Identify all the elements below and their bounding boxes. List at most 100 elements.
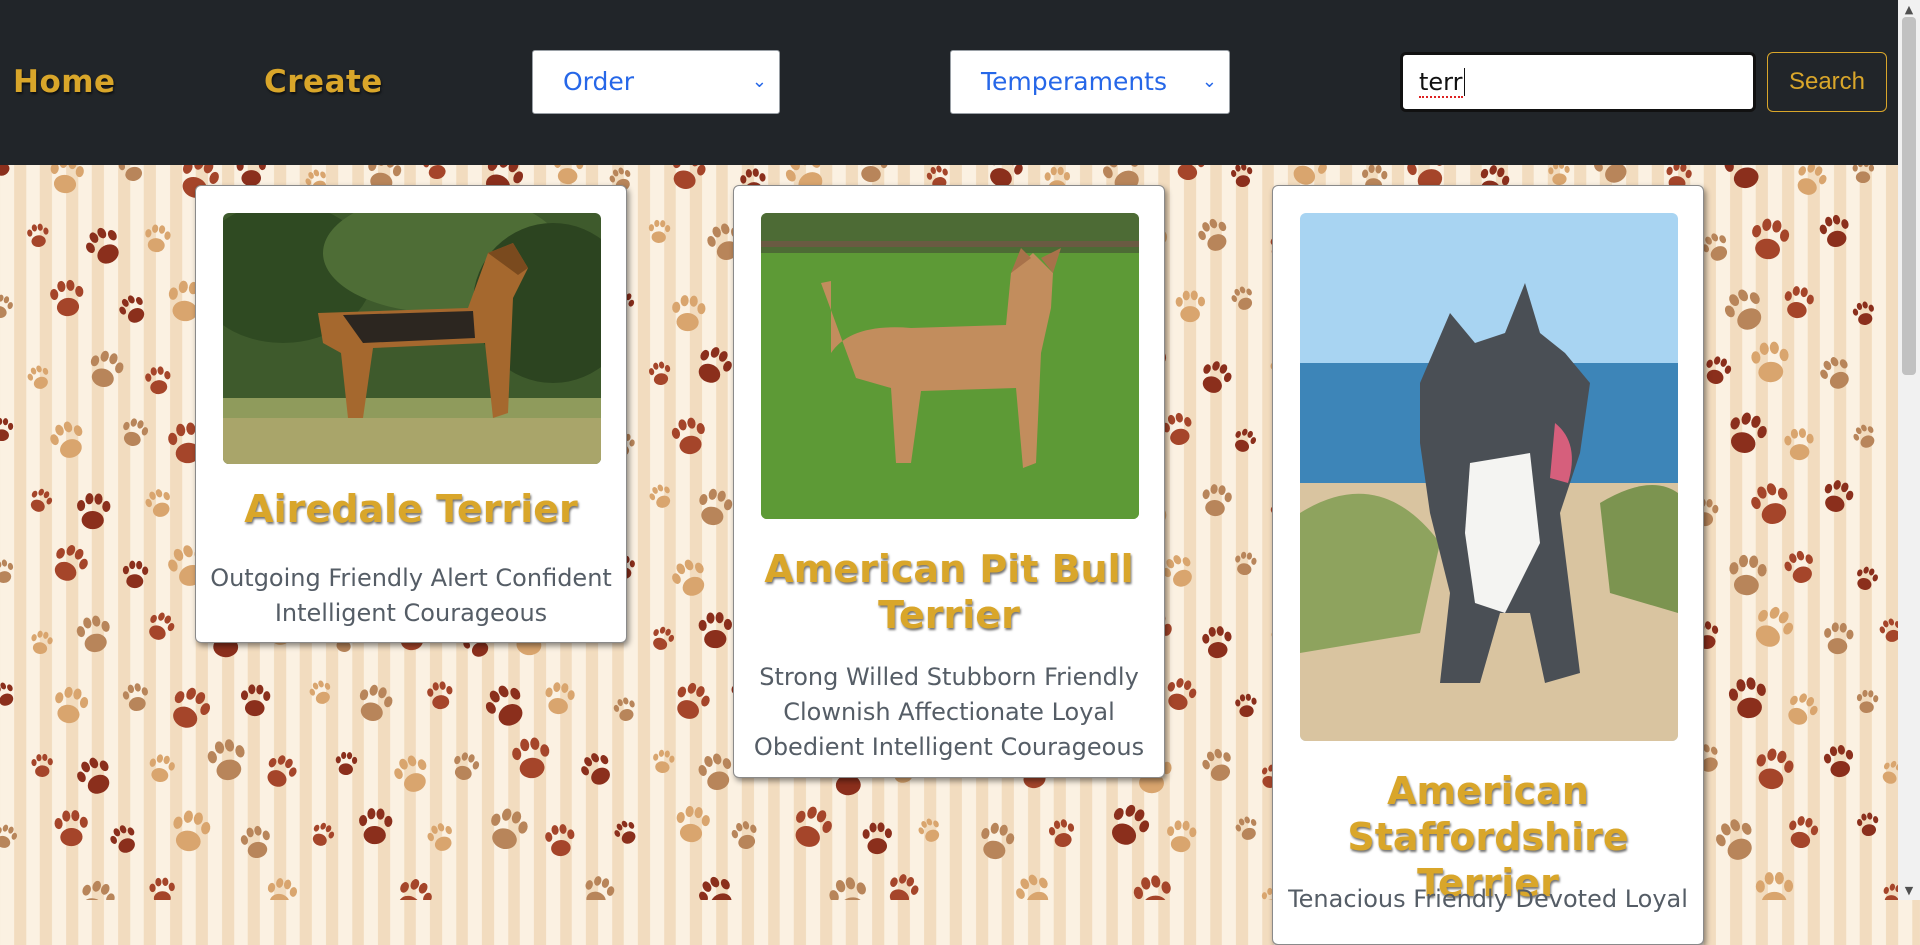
paw-print-icon bbox=[236, 165, 266, 187]
paw-print-icon bbox=[1850, 421, 1880, 451]
order-select[interactable]: Order ⌄ bbox=[532, 50, 780, 114]
paw-print-icon bbox=[143, 223, 172, 253]
breed-name: Airedale Terrier bbox=[196, 486, 626, 532]
paw-print-icon bbox=[107, 821, 142, 857]
paw-print-icon bbox=[1856, 689, 1879, 714]
paw-print-icon bbox=[72, 753, 118, 800]
paw-print-icon bbox=[671, 294, 706, 332]
paw-print-icon bbox=[480, 679, 532, 732]
breed-card[interactable]: Airedale Terrier Outgoing Friendly Alert… bbox=[195, 185, 627, 643]
paw-print-icon bbox=[667, 555, 712, 602]
paw-print-icon bbox=[580, 873, 617, 900]
paw-print-icon bbox=[1781, 548, 1819, 587]
paw-print-icon bbox=[1201, 625, 1234, 659]
paw-print-icon bbox=[648, 219, 671, 243]
breed-card[interactable]: American Pit Bull Terrier Strong Willed … bbox=[733, 185, 1165, 778]
paw-print-icon bbox=[164, 682, 215, 734]
breed-temperament: Strong Willed Stubborn Friendly Clownish… bbox=[740, 660, 1158, 765]
paw-print-icon bbox=[29, 629, 54, 656]
paw-print-icon bbox=[1823, 622, 1855, 656]
paw-print-icon bbox=[856, 165, 889, 184]
paw-print-icon bbox=[144, 365, 173, 395]
paw-print-icon bbox=[1750, 341, 1791, 384]
paw-print-icon bbox=[1194, 215, 1234, 256]
paw-print-icon bbox=[1162, 675, 1199, 714]
paw-print-icon bbox=[1719, 284, 1771, 337]
temperament-select-value: Temperaments bbox=[981, 67, 1167, 96]
paw-print-icon bbox=[698, 612, 733, 649]
paw-print-icon bbox=[26, 486, 55, 516]
scrollbar-thumb[interactable] bbox=[1902, 17, 1916, 375]
paw-print-icon bbox=[1751, 746, 1796, 793]
paw-print-icon bbox=[358, 808, 393, 845]
paw-print-icon bbox=[694, 871, 741, 900]
paw-print-icon bbox=[1877, 616, 1898, 645]
scroll-up-arrow-icon[interactable]: ▲ bbox=[1898, 3, 1920, 16]
scrollbar[interactable]: ▲ ▼ bbox=[1898, 0, 1920, 900]
paw-print-icon bbox=[1791, 165, 1830, 200]
paw-print-icon bbox=[450, 750, 482, 783]
paw-print-icon bbox=[1723, 409, 1771, 459]
temperament-select[interactable]: Temperaments ⌄ bbox=[950, 50, 1230, 114]
paw-print-icon bbox=[146, 753, 176, 785]
paw-print-icon bbox=[1199, 745, 1237, 785]
paw-print-icon bbox=[75, 877, 119, 900]
paw-print-icon bbox=[1711, 814, 1761, 866]
paw-print-icon bbox=[1728, 554, 1768, 597]
paw-print-icon bbox=[261, 751, 301, 792]
paw-print-icon bbox=[26, 223, 50, 249]
paw-print-icon bbox=[1166, 820, 1197, 853]
paw-print-icon bbox=[48, 165, 85, 195]
search-button[interactable]: Search bbox=[1767, 52, 1887, 112]
paw-print-icon bbox=[81, 222, 128, 270]
breed-temperament: Outgoing Friendly Alert Confident Intell… bbox=[202, 561, 620, 631]
breed-image bbox=[1300, 213, 1678, 741]
create-link[interactable]: Create bbox=[264, 64, 383, 100]
paw-print-icon bbox=[1819, 477, 1857, 516]
search-input-value: terr bbox=[1419, 68, 1463, 98]
paw-print-icon bbox=[1047, 818, 1077, 850]
paw-print-icon bbox=[1781, 689, 1822, 730]
search-input[interactable]: terr bbox=[1400, 52, 1756, 112]
paw-print-icon bbox=[646, 481, 675, 511]
paw-print-icon bbox=[116, 165, 148, 184]
paw-print-icon bbox=[1701, 354, 1734, 388]
paw-print-icon bbox=[264, 876, 299, 900]
paw-print-icon bbox=[576, 748, 617, 790]
paw-print-icon bbox=[85, 348, 127, 392]
paw-print-icon bbox=[205, 737, 250, 784]
navbar: Home Create Order ⌄ Temperaments ⌄ terr … bbox=[0, 0, 1898, 165]
paw-print-icon bbox=[729, 819, 761, 852]
breed-name: American Pit Bull Terrier bbox=[734, 546, 1164, 638]
paw-print-icon bbox=[0, 418, 13, 442]
paw-print-icon bbox=[1748, 217, 1791, 262]
home-link[interactable]: Home bbox=[13, 64, 116, 100]
paw-print-icon bbox=[0, 293, 15, 321]
paw-print-icon bbox=[826, 874, 873, 900]
paw-print-icon bbox=[1785, 814, 1821, 851]
paw-print-icon bbox=[691, 342, 737, 389]
paw-print-icon bbox=[31, 753, 54, 777]
paw-print-icon bbox=[1548, 165, 1571, 186]
paw-print-icon bbox=[47, 540, 92, 587]
paw-print-icon bbox=[0, 165, 15, 180]
paw-print-icon bbox=[1011, 870, 1056, 900]
paw-print-icon bbox=[1103, 799, 1154, 851]
paw-print-icon bbox=[862, 822, 892, 855]
paw-print-icon bbox=[1234, 693, 1258, 718]
paw-print-icon bbox=[121, 681, 152, 713]
paw-print-icon bbox=[1721, 165, 1767, 192]
paw-print-icon bbox=[1756, 872, 1794, 900]
paw-print-icon bbox=[1229, 284, 1258, 314]
paw-print-icon bbox=[787, 802, 836, 853]
paw-print-icon bbox=[142, 486, 176, 521]
paw-print-icon bbox=[239, 824, 274, 861]
paw-print-icon bbox=[0, 558, 16, 585]
paw-print-icon bbox=[149, 877, 176, 900]
paw-print-icon bbox=[670, 679, 714, 724]
breed-card[interactable]: American Staffordshire Terrier Tenacious… bbox=[1272, 185, 1704, 945]
scroll-down-arrow-icon[interactable]: ▼ bbox=[1898, 884, 1920, 897]
paw-print-icon bbox=[1782, 285, 1816, 321]
paw-print-icon bbox=[115, 291, 151, 327]
paw-print-icon bbox=[484, 805, 531, 854]
